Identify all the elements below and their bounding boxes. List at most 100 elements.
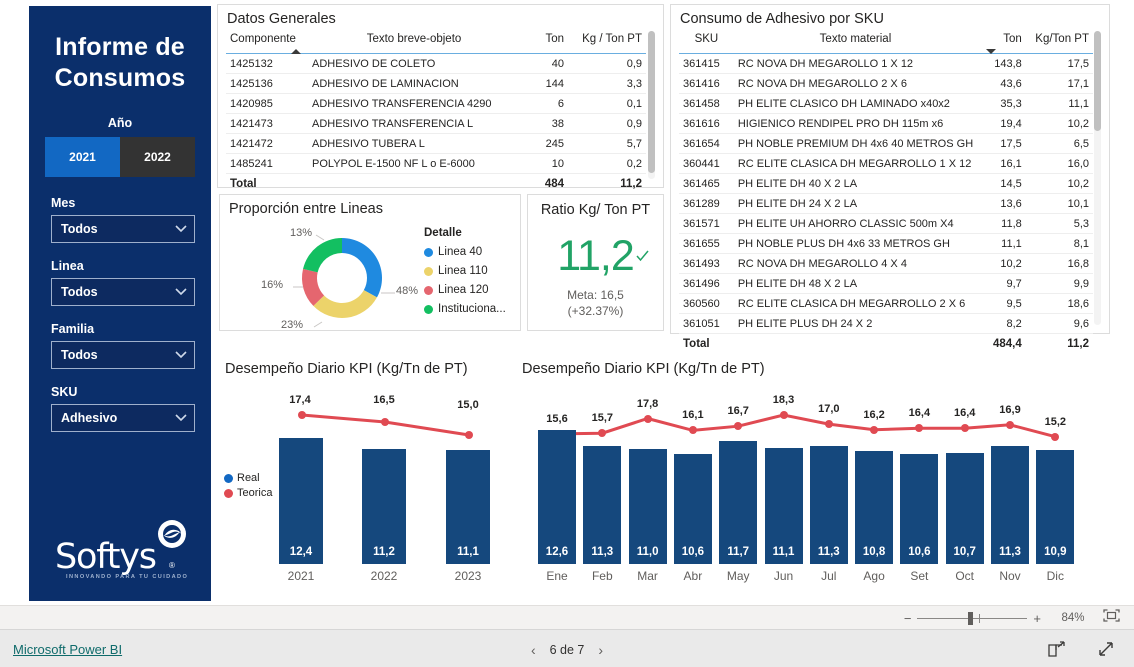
expand-icon[interactable] — [1097, 641, 1116, 663]
table-row[interactable]: 360441 RC ELITE CLASICA DH MEGARROLLO 1 X… — [679, 153, 1093, 174]
legend-item-linea-110[interactable]: Linea 110 — [424, 265, 506, 277]
table-row[interactable]: 361655 PH NOBLE PLUS DH 4x6 33 METROS GH 1… — [679, 233, 1093, 254]
report-sidebar: Informe de Consumos Año 2021 2022 Mes To… — [29, 6, 211, 601]
familia-slicer-dropdown[interactable]: Todos — [51, 341, 195, 369]
table-row[interactable]: 361415 RC NOVA DH MEGAROLLO 1 X 12 143,8 17… — [679, 53, 1093, 74]
legend-item-linea-40[interactable]: Linea 40 — [424, 246, 506, 258]
table-row[interactable]: 1425136 ADHESIVO DE LAMINACION 144 3,3 — [226, 73, 646, 94]
monthly-teorica-label: 16,4 — [953, 407, 976, 420]
year-button-2021[interactable]: 2021 — [45, 137, 120, 177]
monthly-teorica-point[interactable] — [1006, 420, 1014, 429]
cell-kg: 16,0 — [1025, 153, 1093, 174]
yearly-teorica-point[interactable] — [298, 411, 306, 419]
consumo-sku-scrollbar[interactable] — [1094, 31, 1101, 325]
cell-kg: 10,2 — [1025, 113, 1093, 134]
year-slicer[interactable]: 2021 2022 — [45, 137, 195, 177]
page-navigation: ‹ 6 de 7 › — [472, 642, 662, 658]
legend-item-linea-120[interactable]: Linea 120 — [424, 284, 506, 296]
zoom-out-button[interactable]: − — [898, 611, 918, 626]
table-row[interactable]: 361289 PH ELITE DH 24 X 2 LA 13,6 10,1 — [679, 193, 1093, 214]
table-row[interactable]: 1425132 ADHESIVO DE COLETO 40 0,9 — [226, 53, 646, 74]
table-row[interactable]: 361496 PH ELITE DH 48 X 2 LA 9,7 9,9 — [679, 273, 1093, 294]
monthly-teorica-point[interactable] — [1051, 432, 1060, 441]
monthly-teorica-point[interactable] — [779, 411, 788, 419]
legend-item-institucional[interactable]: Instituciona... — [424, 303, 506, 315]
table-row[interactable]: 1420985 ADHESIVO TRANSFERENCIA 4290 6 0,… — [226, 93, 646, 114]
donut-legend: Detalle Linea 40 Linea 110 Linea 120 Ins… — [424, 227, 506, 315]
zoom-level-value: 84% — [1061, 612, 1085, 624]
fit-to-page-icon[interactable] — [1103, 609, 1120, 627]
scrollbar-thumb[interactable] — [1094, 31, 1101, 131]
monthly-kpi-chart[interactable]: Desempeño Diario KPI (Kg/Tn de PT) 15,6 1… — [516, 355, 1110, 600]
cell-ton: 10,2 — [977, 253, 1026, 274]
zoom-slider[interactable] — [917, 612, 1028, 625]
yearly-teorica-point[interactable] — [381, 418, 389, 426]
consumo-sku-table[interactable]: SKU Texto material Ton Kg/Ton PT 361415 R… — [679, 30, 1093, 354]
consumo-sku-panel: Consumo de Adhesivo por SKU SKU Texto ma… — [670, 4, 1110, 354]
table-row[interactable]: 361458 PH ELITE CLASICO DH LAMINADO x40x2… — [679, 93, 1093, 114]
linea-slicer-dropdown[interactable]: Todos — [51, 278, 195, 306]
page-title-line1: Informe de — [55, 33, 185, 61]
datos-generales-scrollbar[interactable] — [648, 31, 655, 179]
yearly-kpi-chart[interactable]: Desempeño Diario KPI (Kg/Tn de PT) 17,4 … — [219, 355, 509, 600]
monthly-bar-ene[interactable] — [538, 430, 576, 564]
legend-item-real[interactable]: Real — [224, 472, 272, 484]
legend-label: Linea 120 — [438, 284, 489, 296]
legend-title: Detalle — [424, 227, 462, 239]
monthly-bar-value: 10,8 — [862, 546, 886, 558]
cell-sku: 361571 — [679, 213, 734, 234]
cell-ton: 38 — [520, 113, 568, 134]
softys-wordmark: Softys — [55, 537, 157, 577]
datos-generales-table[interactable]: Componente Texto breve-objeto Ton Kg / T… — [226, 30, 646, 194]
table-row[interactable]: 361616 HIGIENICO RENDIPEL PRO DH 115m x6 1… — [679, 113, 1093, 134]
col-header-ton[interactable]: Ton — [977, 30, 1026, 54]
cell-texto: ADHESIVO DE COLETO — [308, 53, 520, 74]
table-row[interactable]: 361493 RC NOVA DH MEGAROLLO 4 X 4 10,2 16,8 — [679, 253, 1093, 274]
col-header-componente[interactable]: Componente — [226, 30, 308, 54]
monthly-teorica-point[interactable] — [870, 425, 879, 434]
chevron-right-icon[interactable]: › — [584, 642, 617, 658]
powerbi-brand-link[interactable]: Microsoft Power BI — [13, 642, 122, 657]
legend-dot-icon — [224, 488, 233, 498]
table-row[interactable]: 1485241 POLYPOL E-1500 NF L o E-6000 10 … — [226, 153, 646, 174]
yearly-teorica-point[interactable] — [465, 431, 473, 439]
mes-slicer-dropdown[interactable]: Todos — [51, 215, 195, 243]
col-header-texto-material[interactable]: Texto material — [733, 30, 978, 54]
chevron-left-icon[interactable]: ‹ — [517, 642, 550, 658]
linea-slicer-label: Linea — [51, 259, 84, 273]
yearly-bar-value: 11,1 — [457, 546, 479, 558]
table-row[interactable]: 360560 RC ELITE CLASICA DH MEGARROLLO 2 X… — [679, 293, 1093, 314]
monthly-teorica-point[interactable] — [960, 424, 969, 433]
col-header-texto-breve[interactable]: Texto breve-objeto — [308, 30, 520, 54]
cell-sku: 361496 — [679, 273, 734, 294]
col-header-ton[interactable]: Ton — [520, 30, 568, 54]
report-footer: Microsoft Power BI ‹ 6 de 7 › — [0, 629, 1134, 667]
cell-texto: PH ELITE DH 48 X 2 LA — [733, 273, 978, 294]
table-row[interactable]: 361465 PH ELITE DH 40 X 2 LA 14,5 10,2 — [679, 173, 1093, 194]
table-row[interactable]: 1421473 ADHESIVO TRANSFERENCIA L 38 0,9 — [226, 113, 646, 134]
col-header-kg-ton-pt[interactable]: Kg / Ton PT — [568, 30, 646, 54]
legend-item-teorica[interactable]: Teorica — [224, 487, 272, 499]
zoom-slider-handle[interactable] — [968, 612, 974, 625]
scrollbar-thumb[interactable] — [648, 31, 655, 173]
donut-chart[interactable]: 48% 23% 16% 13% — [260, 223, 420, 331]
table-row[interactable]: 361654 PH NOBLE PREMIUM DH 4x6 40 METROS … — [679, 133, 1093, 154]
sku-slicer-dropdown[interactable]: Adhesivo — [51, 404, 195, 432]
monthly-category-label: Abr — [683, 569, 703, 583]
monthly-category-label: Ago — [863, 569, 885, 583]
monthly-teorica-point[interactable] — [824, 420, 833, 429]
monthly-category-label: Dic — [1046, 569, 1064, 583]
table-row[interactable]: 361571 PH ELITE UH AHORRO CLASSIC 500m X4… — [679, 213, 1093, 234]
monthly-category-label: Oct — [955, 569, 975, 583]
col-header-kg-ton-pt[interactable]: Kg/Ton PT — [1025, 30, 1093, 54]
cell-ton: 10 — [520, 153, 568, 174]
cell-kg: 6,5 — [1025, 133, 1093, 154]
table-row[interactable]: 361051 PH ELITE PLUS DH 24 X 2 8,2 9,6 — [679, 313, 1093, 334]
year-button-2022[interactable]: 2022 — [120, 137, 195, 177]
share-icon[interactable] — [1047, 641, 1066, 663]
monthly-teorica-point[interactable] — [643, 414, 652, 423]
table-row[interactable]: 361416 RC NOVA DH MEGAROLLO 2 X 6 43,6 17,1 — [679, 73, 1093, 94]
zoom-in-button[interactable]: + — [1027, 611, 1047, 626]
col-header-sku[interactable]: SKU — [679, 30, 734, 54]
table-row[interactable]: 1421472 ADHESIVO TUBERA L 245 5,7 — [226, 133, 646, 154]
